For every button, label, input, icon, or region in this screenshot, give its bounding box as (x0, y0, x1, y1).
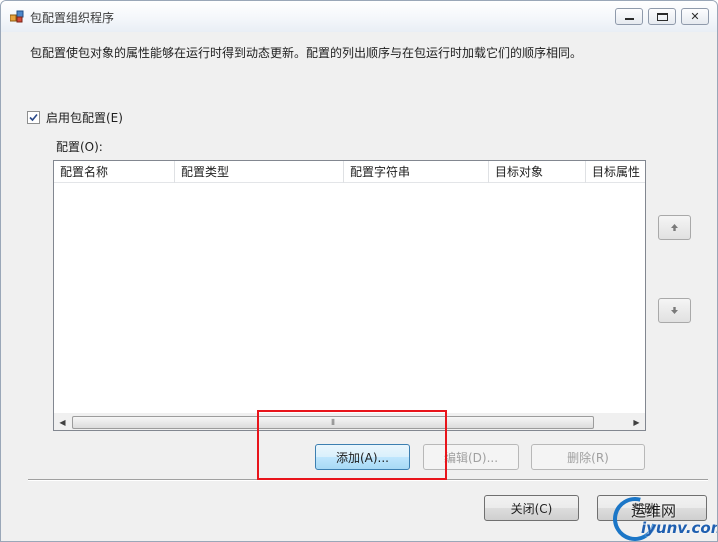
app-icon (10, 10, 24, 23)
enable-configurations-checkbox[interactable] (27, 110, 40, 124)
close-button[interactable]: 关闭(C) (484, 495, 579, 521)
annotation-highlight-box (257, 410, 447, 480)
column-header-name[interactable]: 配置名称 (54, 161, 175, 183)
configurations-list[interactable]: 配置名称 配置类型 配置字符串 目标对象 目标属性 ◀ ⦀ ▶ (53, 160, 646, 431)
arrow-up-icon (671, 224, 678, 231)
configurations-label: 配置(O): (56, 140, 103, 154)
close-window-button[interactable]: ✕ (681, 8, 709, 25)
dialog-description: 包配置使包对象的属性能够在运行时得到动态更新。配置的列出顺序与在包运行时加载它们… (30, 46, 583, 60)
chevron-left-icon: ◀ (59, 418, 66, 427)
delete-button[interactable]: 删除(R) (531, 444, 645, 470)
help-button[interactable]: 帮助 (597, 495, 707, 521)
package-configuration-dialog: 包配置组织程序 ✕ 包配置使包对象的属性能够在运行时得到动态更新。配置的列出顺序… (0, 0, 718, 542)
maximize-icon (656, 12, 668, 21)
enable-configurations-row[interactable]: 启用包配置(E) (27, 109, 123, 126)
move-up-button[interactable] (658, 215, 691, 240)
minimize-icon (624, 18, 634, 20)
scroll-right-button[interactable]: ▶ (628, 414, 645, 431)
window-title: 包配置组织程序 (30, 11, 115, 25)
column-header-type[interactable]: 配置类型 (175, 161, 344, 183)
watermark-text-domain: iyunv.com (641, 519, 718, 537)
list-header: 配置名称 配置类型 配置字符串 目标对象 目标属性 (54, 161, 645, 183)
enable-configurations-label[interactable]: 启用包配置(E) (46, 109, 123, 126)
close-icon: ✕ (690, 10, 700, 23)
checkmark-icon (29, 113, 38, 121)
column-header-target-object[interactable]: 目标对象 (489, 161, 586, 183)
chevron-right-icon: ▶ (633, 418, 640, 427)
maximize-button[interactable] (648, 8, 676, 25)
scroll-left-button[interactable]: ◀ (54, 414, 71, 431)
column-header-target-property[interactable]: 目标属性 (586, 161, 645, 183)
column-header-string[interactable]: 配置字符串 (344, 161, 489, 183)
move-down-button[interactable] (658, 298, 691, 323)
arrow-down-icon (671, 307, 678, 314)
title-bar[interactable]: 包配置组织程序 ✕ (1, 1, 717, 32)
minimize-button[interactable] (615, 8, 643, 25)
